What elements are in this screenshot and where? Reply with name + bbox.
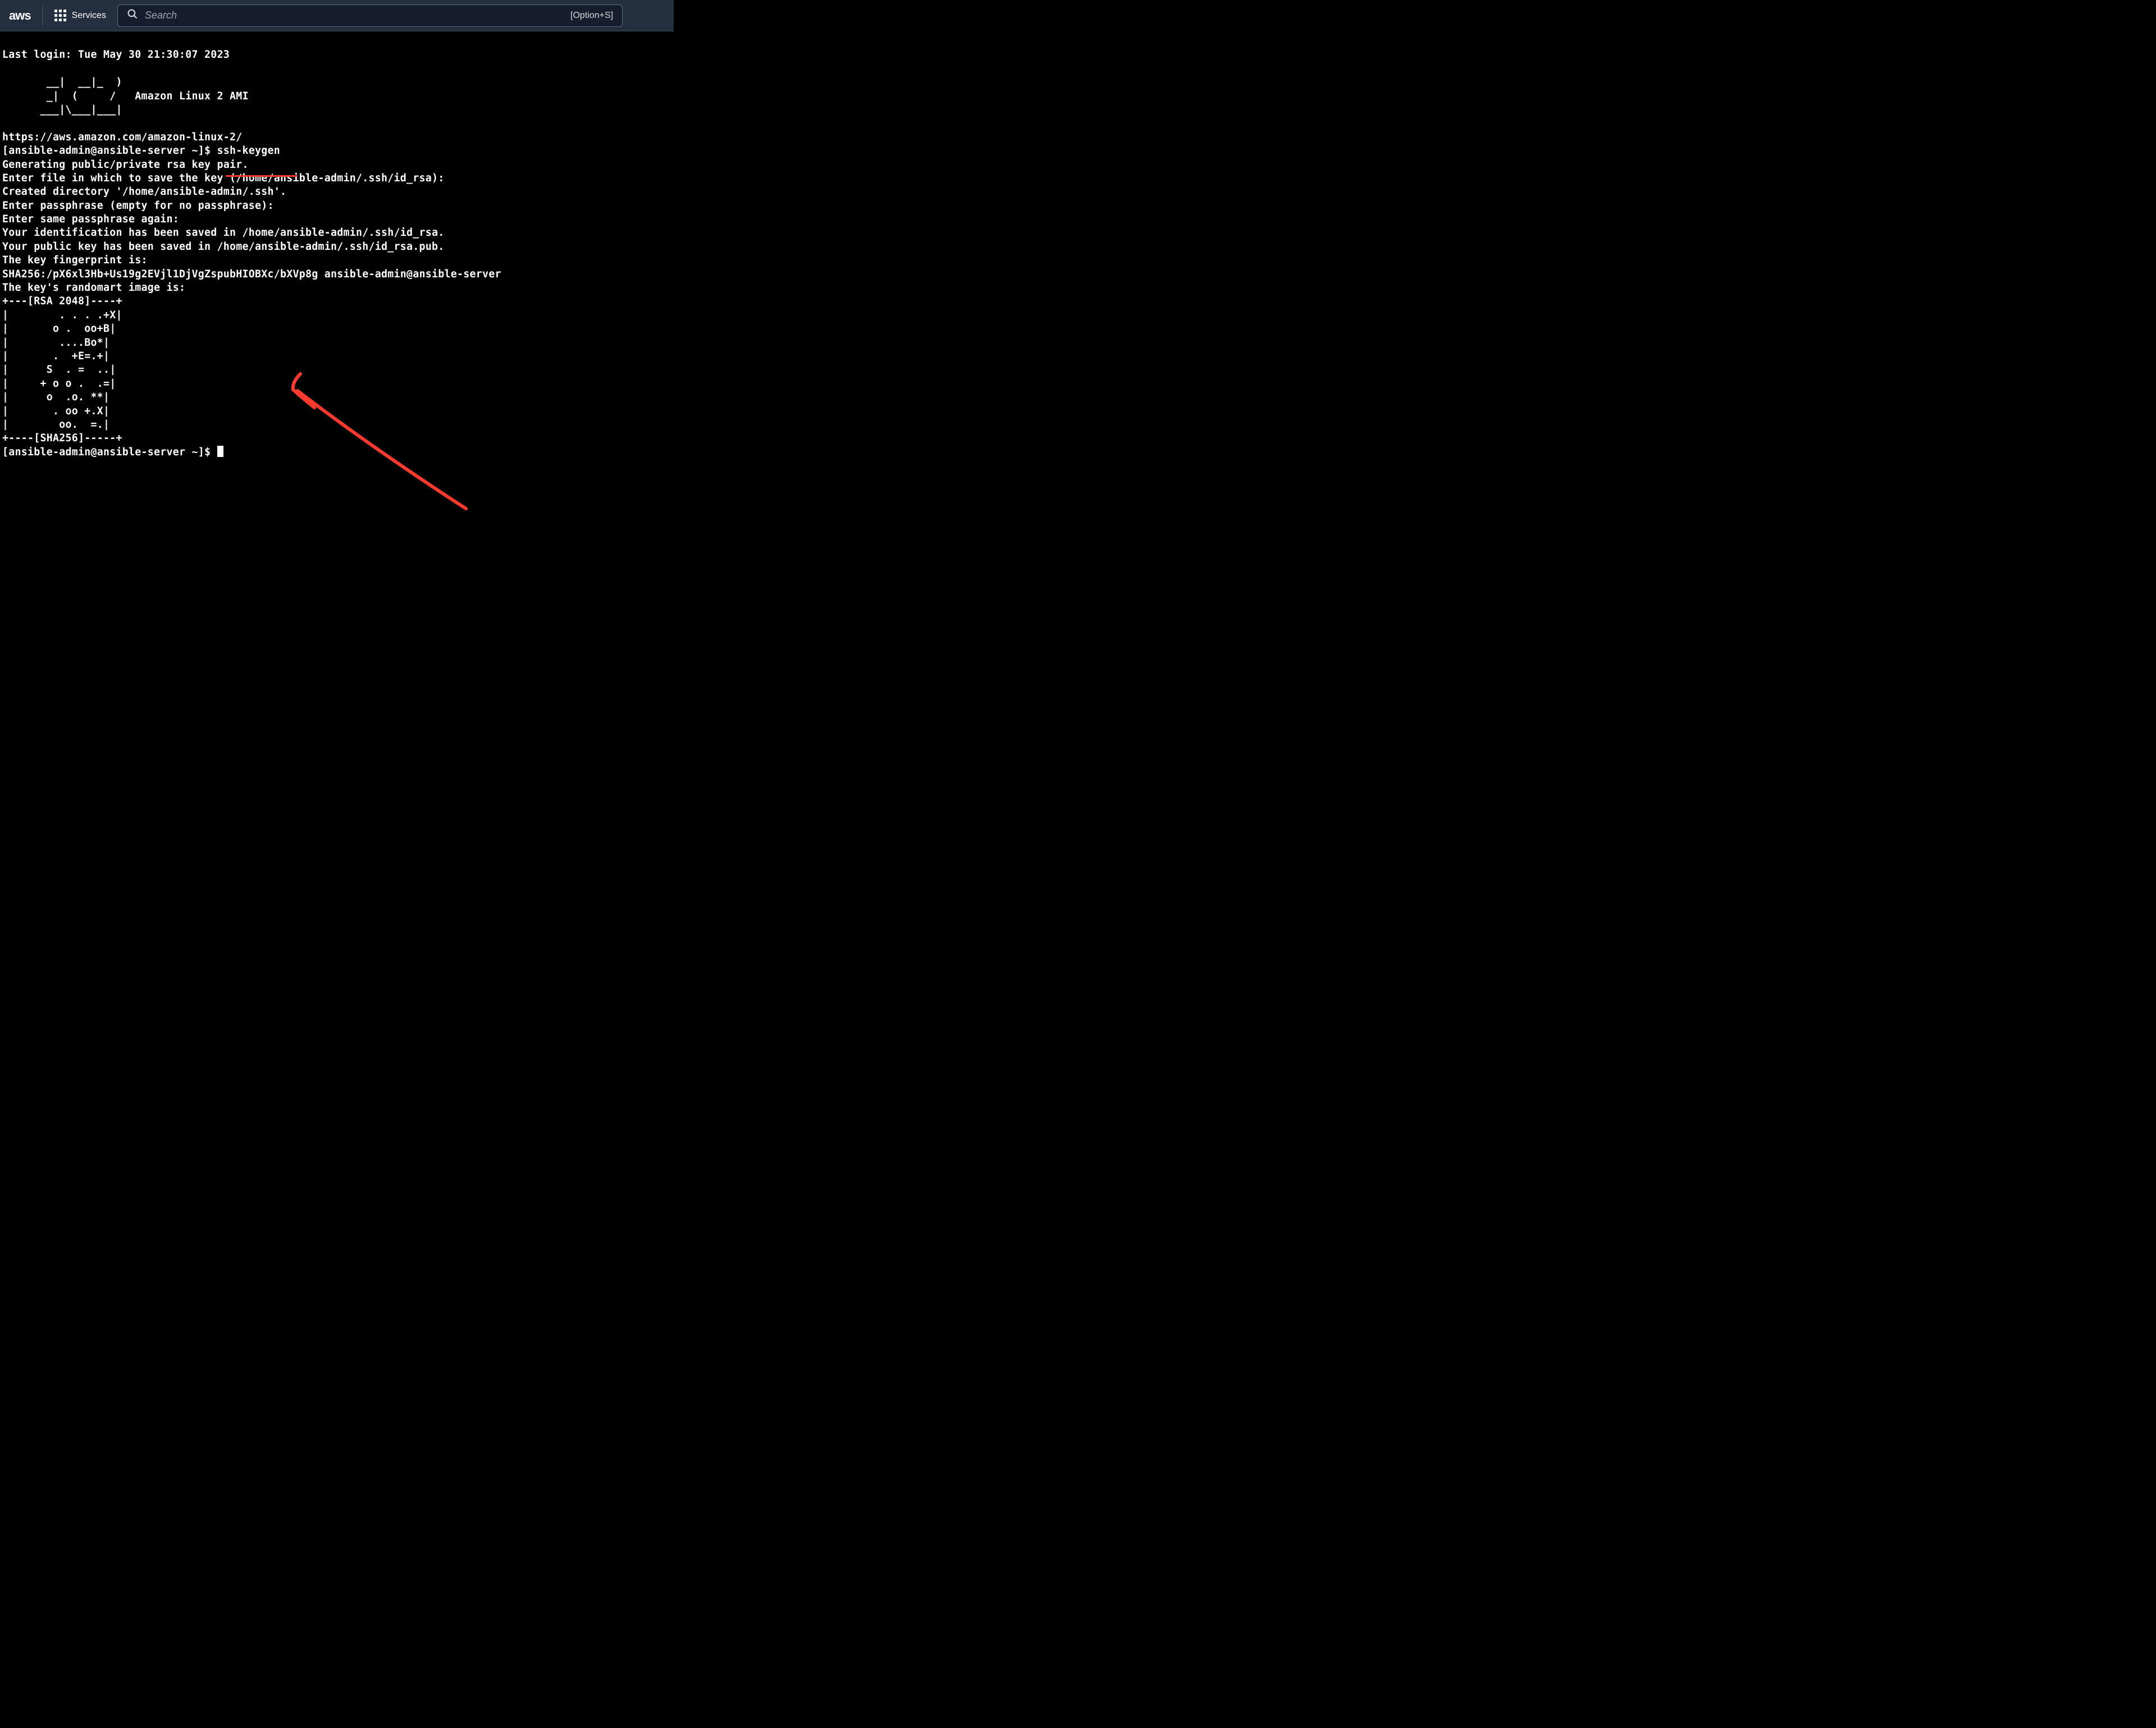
terminal-line: The key fingerprint is: xyxy=(2,254,148,266)
terminal-prompt: [ansible-admin@ansible-server ~]$ xyxy=(2,145,217,157)
terminal-line: Last login: Tue May 30 21:30:07 2023 xyxy=(2,49,230,61)
terminal-line: __| __|_ ) xyxy=(2,76,122,88)
search-shortcut: [Option+S] xyxy=(570,11,613,21)
annotation-underline xyxy=(226,175,298,177)
terminal-line: | o . oo+B| xyxy=(2,323,116,335)
terminal-line: | . +E=.+| xyxy=(2,350,109,362)
terminal-line: Generating public/private rsa key pair. xyxy=(2,159,249,171)
terminal-prompt: [ansible-admin@ansible-server ~]$ xyxy=(2,446,217,458)
terminal-line: | o .o. **| xyxy=(2,391,109,403)
terminal-line: Your public key has been saved in /home/… xyxy=(2,241,445,253)
terminal-line: | S . = ..| xyxy=(2,364,116,376)
aws-logo-text: aws xyxy=(9,8,31,23)
terminal-line: | . oo +.X| xyxy=(2,405,109,417)
grid-icon xyxy=(54,10,66,21)
terminal-line: +---[RSA 2048]----+ xyxy=(2,295,122,307)
terminal-line: SHA256:/pX6xl3Hb+Us19g2EVjl1DjVgZspubHIO… xyxy=(2,268,501,280)
terminal-line: Your identification has been saved in /h… xyxy=(2,227,445,239)
terminal-line: Created directory '/home/ansible-admin/.… xyxy=(2,186,286,198)
terminal-line: ___|\___|___| xyxy=(2,104,122,116)
annotation-arrow xyxy=(270,368,472,514)
terminal-line: _| ( / Amazon Linux 2 AMI xyxy=(2,90,249,102)
terminal-line: | ....Bo*| xyxy=(2,337,109,349)
terminal-line: | + o o . .=| xyxy=(2,378,116,390)
terminal-command: ssh-keygen xyxy=(217,145,281,157)
terminal-line: | . . . .+X| xyxy=(2,309,122,321)
search-input[interactable] xyxy=(145,10,564,21)
services-label: Services xyxy=(72,11,106,21)
terminal-line: +----[SHA256]-----+ xyxy=(2,432,122,444)
services-button[interactable]: Services xyxy=(54,10,106,21)
terminal-line: | oo. =.| xyxy=(2,419,109,431)
search-container[interactable]: [Option+S] xyxy=(117,4,623,27)
search-icon xyxy=(127,8,138,22)
terminal-line: https://aws.amazon.com/amazon-linux-2/ xyxy=(2,131,243,143)
terminal-line: Enter file in which to save the key (/ho… xyxy=(2,172,445,184)
terminal[interactable]: Last login: Tue May 30 21:30:07 2023 __|… xyxy=(0,31,674,490)
terminal-line: Enter passphrase (empty for no passphras… xyxy=(2,200,274,212)
terminal-line: Enter same passphrase again: xyxy=(2,213,179,225)
aws-header: aws Services [Option+S] xyxy=(0,0,674,31)
terminal-line: The key's randomart image is: xyxy=(2,282,185,294)
cursor-icon xyxy=(217,446,223,457)
aws-logo[interactable]: aws xyxy=(9,6,43,26)
